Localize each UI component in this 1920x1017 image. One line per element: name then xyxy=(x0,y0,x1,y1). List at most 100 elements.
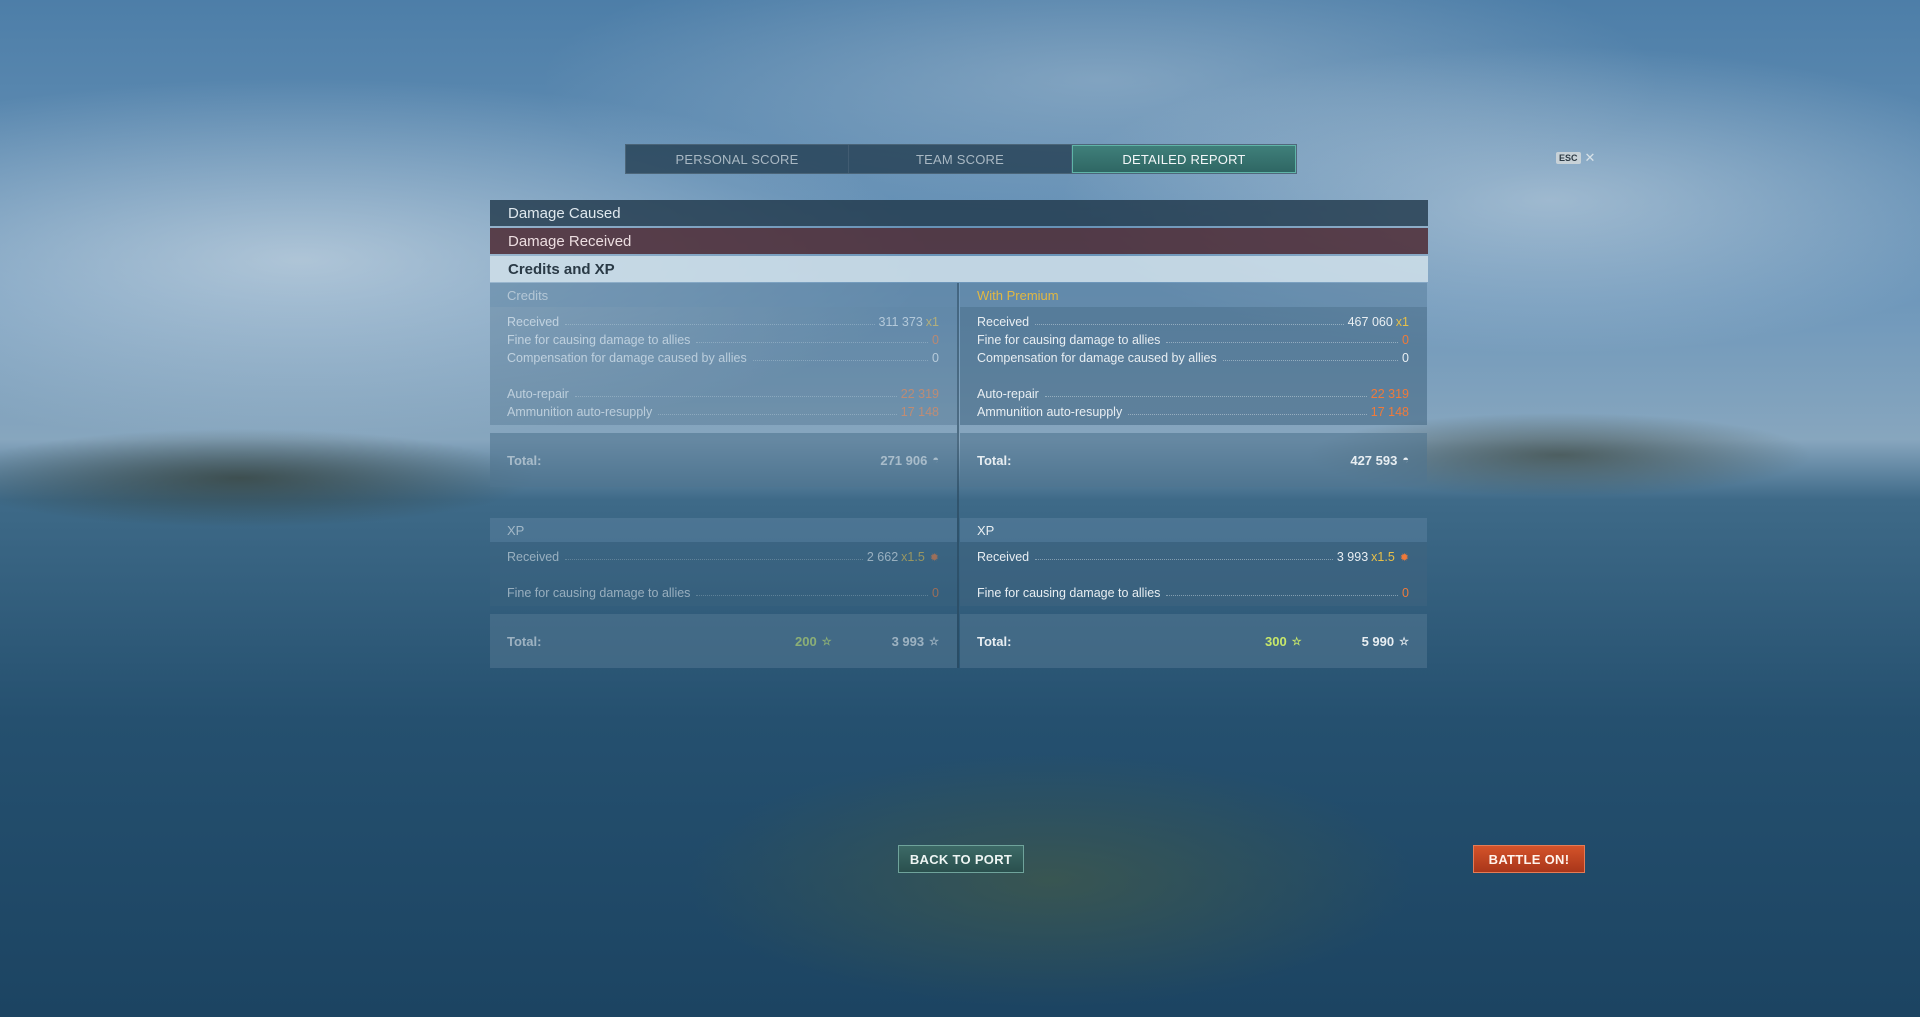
total-value: 427 593 xyxy=(1350,452,1398,468)
total-free-xp: 300 xyxy=(1265,633,1287,649)
value-text: 2 662 xyxy=(866,550,899,564)
row-value: 17 148 xyxy=(1370,405,1409,419)
credits-resupply-row: Ammunition auto-resupply 17 148 xyxy=(507,401,939,419)
row-value: 0 xyxy=(1402,333,1409,347)
row-label: Auto-repair xyxy=(977,387,1039,401)
credits-base-total: Total: 271 906 ◓ xyxy=(490,433,957,487)
row-value: 467 060 x1 xyxy=(1344,315,1409,329)
credits-received-row: Received 311 373 x1 xyxy=(507,311,939,329)
multiplier: x1.5 xyxy=(1371,550,1395,564)
row-label: Received xyxy=(977,315,1030,329)
row-value: 17 148 xyxy=(900,405,939,419)
section-damage-received-label: Damage Received xyxy=(508,232,632,250)
tab-team-score[interactable]: TEAM SCORE xyxy=(849,145,1072,173)
row-label: Ammunition auto-resupply xyxy=(507,405,653,419)
row-label: Fine for causing damage to allies xyxy=(977,586,1161,600)
xp-base-body: Received 2 662 x1.5 ✹ Fine for causing dam… xyxy=(490,542,957,606)
value-text: 3 993 xyxy=(1336,550,1369,564)
row-value: 2 662 x1.5 ✹ xyxy=(863,550,939,564)
row-label: Received xyxy=(507,315,560,329)
xp-premium-body: Received 3 993 x1.5 ✹ Fine for causing dam… xyxy=(960,542,1427,606)
row-value: 22 319 xyxy=(900,387,939,401)
back-to-port-button[interactable]: BACK TO PORT xyxy=(898,845,1024,873)
star-icon: ☆ xyxy=(1399,635,1409,648)
credits-compensation-row: Compensation for damage caused by allies… xyxy=(507,347,939,365)
dotted-leader xyxy=(752,359,929,361)
dotted-leader xyxy=(574,395,897,397)
esc-key-badge: ESC xyxy=(1556,152,1581,164)
close-icon: ✕ xyxy=(1584,150,1596,165)
row-value: 3 993 x1.5 ✹ xyxy=(1333,550,1409,564)
xp-premium-header: XP xyxy=(960,518,1427,542)
credits-resupply-row: Ammunition auto-resupply 17 148 xyxy=(977,401,1409,419)
row-label: Fine for causing damage to allies xyxy=(507,333,691,347)
tab-detailed-report[interactable]: DETAILED REPORT xyxy=(1072,145,1296,173)
dotted-leader xyxy=(1035,323,1344,325)
close-button[interactable]: ESC ✕ xyxy=(1556,150,1595,166)
total-label: Total: xyxy=(977,452,1012,468)
row-label: Fine for causing damage to allies xyxy=(507,586,691,600)
report-tabs: PERSONAL SCORE TEAM SCORE DETAILED REPOR… xyxy=(625,144,1297,174)
xp-received-row: Received 3 993 x1.5 ✹ xyxy=(977,546,1409,564)
dotted-leader xyxy=(696,594,929,596)
row-value: 22 319 xyxy=(1370,387,1409,401)
credits-compensation-row: Compensation for damage caused by allies… xyxy=(977,347,1409,365)
xp-flag-icon: ✹ xyxy=(1399,552,1409,564)
dotted-leader xyxy=(658,413,897,415)
credits-premium-title: With Premium xyxy=(977,287,1059,303)
row-label: Received xyxy=(977,550,1030,564)
credits-received-row: Received 467 060 x1 xyxy=(977,311,1409,329)
row-label: Fine for causing damage to allies xyxy=(977,333,1161,347)
xp-base-header: XP xyxy=(490,518,957,542)
xp-base-panel: XP Received 2 662 x1.5 ✹ Fine for causing … xyxy=(490,518,957,668)
credits-premium-body: Received 467 060 x1 Fine for causing dama… xyxy=(960,307,1427,425)
xp-fine-row: Fine for causing damage to allies 0 xyxy=(507,582,939,600)
section-damage-caused-label: Damage Caused xyxy=(508,204,621,222)
section-damage-caused[interactable]: Damage Caused xyxy=(490,200,1428,226)
section-damage-received[interactable]: Damage Received xyxy=(490,228,1428,254)
credits-base-panel: Credits Received 311 373 x1 Fine for caus… xyxy=(490,283,957,489)
total-value: 3 993 xyxy=(891,633,925,649)
credits-premium-total: Total: 427 593 ◓ xyxy=(960,433,1427,487)
credits-base-title: Credits xyxy=(507,287,549,303)
row-label: Compensation for damage caused by allies xyxy=(977,351,1217,365)
battle-on-button[interactable]: BATTLE ON! xyxy=(1473,845,1585,873)
xp-received-row: Received 2 662 x1.5 ✹ xyxy=(507,546,939,564)
dotted-leader xyxy=(696,341,929,343)
dotted-leader xyxy=(1166,341,1399,343)
row-value: 311 373 x1 xyxy=(875,315,939,329)
multiplier: x1.5 xyxy=(901,550,925,564)
value-text: 467 060 xyxy=(1347,315,1393,329)
value-text: 311 373 xyxy=(878,315,923,329)
section-credits-and-xp-label: Credits and XP xyxy=(508,260,615,278)
row-label: Received xyxy=(507,550,560,564)
multiplier: x1 xyxy=(925,315,939,329)
credits-premium-header: With Premium xyxy=(960,283,1427,307)
total-label: Total: xyxy=(507,452,542,468)
xp-premium-total: Total: 300 ☆ 5 990 ☆ xyxy=(960,614,1427,668)
dotted-leader xyxy=(1222,359,1399,361)
row-label: Compensation for damage caused by allies xyxy=(507,351,747,365)
dotted-leader xyxy=(565,323,875,325)
dotted-leader xyxy=(565,558,863,560)
dotted-leader xyxy=(1166,594,1399,596)
xp-fine-row: Fine for causing damage to allies 0 xyxy=(977,582,1409,600)
credits-fine-row: Fine for causing damage to allies 0 xyxy=(507,329,939,347)
column-divider xyxy=(957,283,959,668)
row-label: Auto-repair xyxy=(507,387,569,401)
total-value: 271 906 xyxy=(880,452,928,468)
credits-premium-panel: With Premium Received 467 060 x1 Fine for… xyxy=(960,283,1427,489)
star-icon: ☆ xyxy=(1291,635,1302,648)
multiplier: x1 xyxy=(1395,315,1409,329)
total-value: 5 990 xyxy=(1361,633,1395,649)
tab-personal-score[interactable]: PERSONAL SCORE xyxy=(626,145,849,173)
row-value: 0 xyxy=(1402,586,1409,600)
dotted-leader xyxy=(1035,558,1333,560)
xp-premium-panel: XP Received 3 993 x1.5 ✹ Fine for causing … xyxy=(960,518,1427,668)
section-credits-and-xp[interactable]: Credits and XP xyxy=(490,256,1428,282)
star-icon: ☆ xyxy=(821,635,832,648)
row-value: 0 xyxy=(932,351,939,365)
xp-flag-icon: ✹ xyxy=(929,552,939,564)
dotted-leader xyxy=(1044,395,1367,397)
xp-base-title: XP xyxy=(507,522,525,538)
